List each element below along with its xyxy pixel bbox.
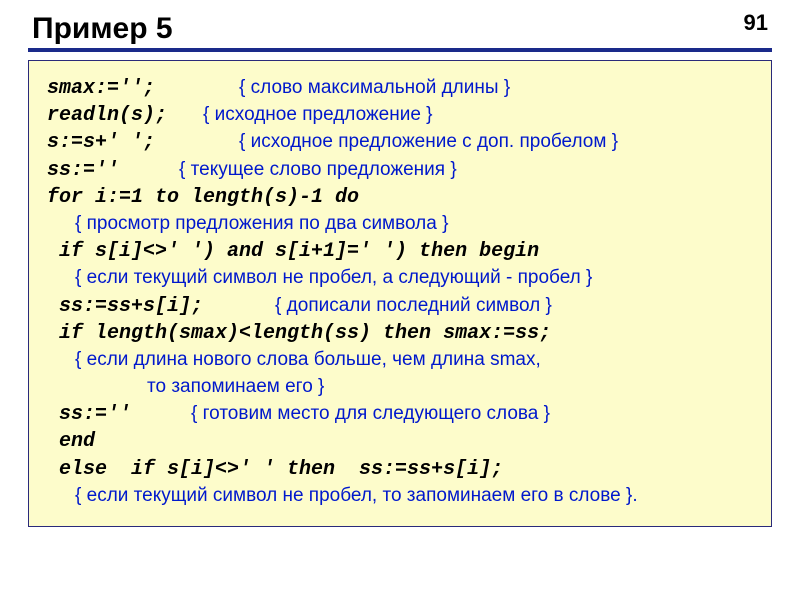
comment-line: { если текущий символ не пробел, то запо… — [47, 483, 753, 510]
code: end — [47, 430, 95, 453]
title-rule — [28, 48, 772, 52]
code-line: if length(smax)<length(ss) then smax:=ss… — [47, 320, 753, 347]
comment-line: то запоминаем его } — [47, 374, 753, 401]
code-line: s:=s+' '; { исходное предложение с доп. … — [47, 129, 753, 156]
code: else if s[i]<>' ' then ss:=ss+s[i]; — [47, 458, 503, 481]
comment: { текущее слово предложения } — [179, 159, 457, 180]
code: ss:='' — [47, 403, 131, 426]
code-line: for i:=1 to length(s)-1 do — [47, 184, 753, 211]
code-line: end — [47, 428, 753, 455]
comment: { исходное предложение с доп. пробелом } — [239, 131, 618, 152]
comment: { если длина нового слова больше, чем дл… — [75, 349, 541, 370]
comment-line: { если длина нового слова больше, чем дл… — [47, 347, 753, 374]
code: if length(smax)<length(ss) then smax:=ss… — [47, 322, 551, 345]
comment: { готовим место для следующего слова } — [191, 403, 550, 424]
comment: то запоминаем его } — [147, 376, 324, 397]
comment: { если текущий символ не пробел, а следу… — [75, 267, 592, 288]
comment: { просмотр предложения по два символа } — [75, 213, 448, 234]
comment: { если текущий символ не пробел, то запо… — [75, 485, 638, 506]
slide: 91 Пример 5 smax:=''; { слово максимальн… — [0, 0, 800, 600]
code: if s[i]<>' ') and s[i+1]=' ') then begin — [47, 240, 539, 263]
code-line: ss:='' { готовим место для следующего сл… — [47, 401, 753, 428]
comment: { исходное предложение } — [203, 104, 432, 125]
comment-line: { просмотр предложения по два символа } — [47, 211, 753, 238]
comment: { слово максимальной длины } — [239, 77, 510, 98]
code-line: ss:='' { текущее слово предложения } — [47, 157, 753, 184]
code-line: if s[i]<>' ') and s[i+1]=' ') then begin — [47, 238, 753, 265]
code-line: else if s[i]<>' ' then ss:=ss+s[i]; — [47, 456, 753, 483]
code-line: readln(s); { исходное предложение } — [47, 102, 753, 129]
code: ss:=ss+s[i]; — [47, 295, 203, 318]
code-listing: smax:=''; { слово максимальной длины } r… — [28, 60, 772, 527]
code: s:=s+' '; — [47, 131, 155, 154]
comment-line: { если текущий символ не пробел, а следу… — [47, 265, 753, 292]
comment: { дописали последний символ } — [275, 295, 552, 316]
page-number: 91 — [744, 10, 768, 36]
code: ss:='' — [47, 159, 119, 182]
code-line: ss:=ss+s[i]; { дописали последний символ… — [47, 293, 753, 320]
page-title: Пример 5 — [28, 12, 772, 46]
code: readln(s); — [47, 104, 167, 127]
code-line: smax:=''; { слово максимальной длины } — [47, 75, 753, 102]
code: smax:=''; — [47, 77, 155, 100]
code: for i:=1 to length(s)-1 do — [47, 186, 359, 209]
